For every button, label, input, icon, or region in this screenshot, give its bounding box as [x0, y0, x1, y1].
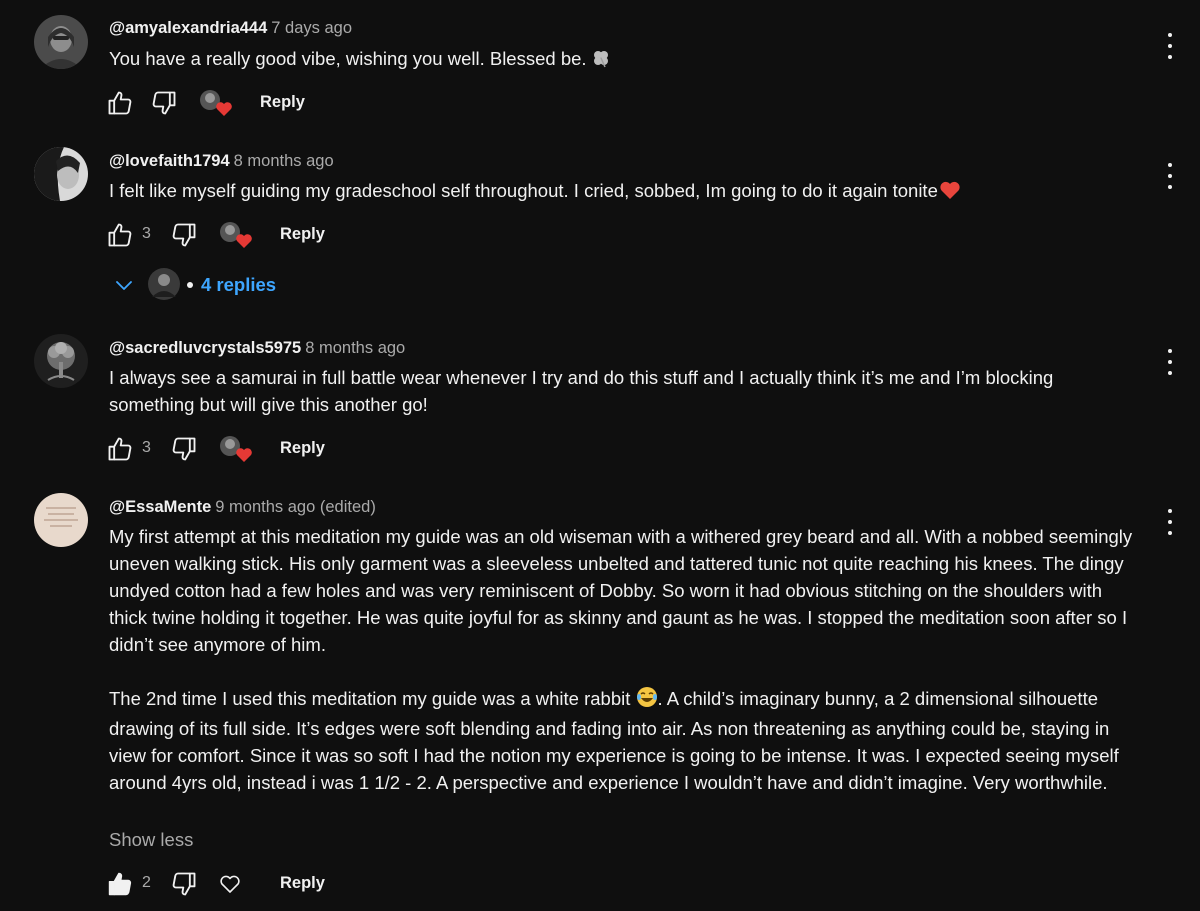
comment-actions: 3 Reply	[104, 434, 404, 464]
comment-paragraph: My first attempt at this meditation my g…	[109, 526, 1133, 655]
like-button[interactable]	[106, 434, 134, 464]
comment-text: My first attempt at this meditation my g…	[109, 523, 1144, 796]
like-button[interactable]	[106, 88, 134, 118]
comment-timestamp[interactable]: 9 months ago (edited)	[215, 498, 376, 516]
heart-outline-icon	[220, 875, 240, 893]
comment-actions: 2 Reply	[104, 869, 404, 899]
comment-timestamp[interactable]: 8 months ago	[234, 152, 334, 170]
comments-section: @amyalexandria444 7 days ago You have a r…	[0, 0, 1200, 911]
avatar[interactable]	[34, 147, 88, 201]
more-actions-icon[interactable]	[1160, 33, 1180, 59]
comment-author[interactable]: @EssaMente	[109, 498, 211, 516]
heart-button[interactable]	[218, 869, 242, 899]
like-button[interactable]	[106, 220, 134, 250]
comment-paragraph: I felt like myself guiding my gradeschoo…	[109, 180, 938, 201]
creator-heart-icon	[218, 220, 252, 250]
chevron-down-icon	[112, 273, 136, 302]
replier-avatar	[147, 267, 181, 306]
like-count: 2	[142, 874, 151, 891]
comment-actions: 3 Reply	[104, 220, 404, 250]
creator-heart-icon	[218, 434, 252, 464]
comment-header: @EssaMente 9 months ago (edited)	[109, 497, 376, 517]
comment-header: @amyalexandria444 7 days ago	[109, 18, 352, 38]
show-less-button[interactable]: Show less	[109, 829, 193, 851]
thumbs-up-icon	[108, 91, 132, 115]
dislike-button[interactable]	[170, 869, 198, 899]
laughing-tears-icon	[636, 686, 658, 715]
dislike-button[interactable]	[170, 434, 198, 464]
separator-dot	[187, 282, 193, 288]
like-button[interactable]	[106, 869, 134, 899]
thumbs-up-icon	[108, 223, 132, 247]
thumbs-down-icon	[152, 91, 176, 115]
reply-button[interactable]: Reply	[260, 93, 305, 112]
red-heart-icon	[939, 180, 961, 207]
dislike-button[interactable]	[150, 88, 178, 118]
thumbs-up-filled-icon	[108, 872, 132, 896]
dislike-button[interactable]	[170, 220, 198, 250]
like-count: 3	[142, 225, 151, 242]
reply-button[interactable]: Reply	[280, 439, 325, 458]
view-replies-button[interactable]: 4 replies	[112, 267, 412, 303]
comment-paragraph: I always see a samurai in full battle we…	[109, 367, 1054, 415]
comment-author[interactable]: @sacredluvcrystals5975	[109, 339, 301, 357]
avatar[interactable]	[34, 334, 88, 388]
comment-text: I felt like myself guiding my gradeschoo…	[109, 177, 1149, 207]
more-actions-icon[interactable]	[1160, 163, 1180, 189]
comment-header: @sacredluvcrystals5975 8 months ago	[109, 338, 405, 358]
four-leaf-clover-icon	[591, 48, 611, 75]
comment-paragraph: The 2nd time I used this meditation my g…	[109, 688, 631, 709]
more-actions-icon[interactable]	[1160, 349, 1180, 375]
comment-author[interactable]: @lovefaith1794	[109, 152, 230, 170]
comment-text: You have a really good vibe, wishing you…	[109, 45, 1149, 75]
thumbs-down-icon	[172, 437, 196, 461]
creator-heart-icon	[198, 88, 232, 118]
like-count: 3	[142, 439, 151, 456]
comment-paragraph: You have a really good vibe, wishing you…	[109, 48, 587, 69]
thumbs-down-icon	[172, 223, 196, 247]
more-actions-icon[interactable]	[1160, 509, 1180, 535]
comment-timestamp[interactable]: 8 months ago	[305, 339, 405, 357]
reply-button[interactable]: Reply	[280, 225, 325, 244]
comment-text: I always see a samurai in full battle we…	[109, 364, 1099, 418]
comment-header: @lovefaith1794 8 months ago	[109, 151, 334, 171]
reply-button[interactable]: Reply	[280, 874, 325, 893]
comment-author[interactable]: @amyalexandria444	[109, 19, 267, 37]
avatar[interactable]	[34, 493, 88, 547]
replies-count-label: 4 replies	[201, 274, 277, 295]
comment-actions: Reply	[104, 88, 404, 118]
thumbs-down-icon	[172, 872, 196, 896]
comment-timestamp[interactable]: 7 days ago	[271, 19, 352, 37]
avatar[interactable]	[34, 15, 88, 69]
thumbs-up-icon	[108, 437, 132, 461]
